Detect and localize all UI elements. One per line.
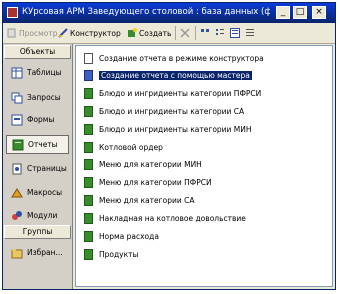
- list-item[interactable]: Меню для категории МИН: [84, 157, 202, 171]
- preview-icon: [7, 28, 17, 38]
- constructor-button[interactable]: Конструктор: [58, 26, 121, 40]
- reports-list: Создание отчета в режиме конструктора Со…: [75, 45, 333, 287]
- sidebar-item-label: Отчеты: [28, 140, 58, 149]
- list-view-button[interactable]: [230, 26, 240, 40]
- list-item-label: Накладная на котловое довольствие: [99, 213, 246, 223]
- toolbar: Просмотр Конструктор Создать: [3, 23, 335, 44]
- report-icon: [84, 176, 93, 188]
- list-item[interactable]: Блюдо и ингридиенты категории МИН: [84, 122, 252, 136]
- macro-icon: [11, 187, 23, 199]
- close-button[interactable]: ×: [312, 6, 326, 19]
- report-icon: [84, 158, 93, 170]
- list-item[interactable]: Меню для категории ПФРСИ: [84, 175, 212, 189]
- list-icon: [230, 28, 240, 38]
- new-icon: [127, 28, 137, 38]
- list-item-label: Меню для категории ПФРСИ: [99, 177, 212, 187]
- sidebar-item-tables[interactable]: Таблицы: [6, 63, 69, 82]
- wizard-icon: [84, 69, 93, 81]
- report-icon: [84, 194, 93, 206]
- report-icon: [84, 123, 93, 135]
- sidebar-item-forms[interactable]: Формы: [6, 110, 69, 129]
- list-item-label: Создание отчета с помощью мастера: [99, 70, 252, 80]
- list-item[interactable]: Меню для категории СА: [84, 193, 194, 207]
- sidebar-item-modules[interactable]: Модули: [6, 206, 69, 225]
- design-ruler-icon: [58, 28, 68, 38]
- list-item-label: Котловой ордер: [99, 142, 163, 152]
- list-item-label: Меню для категории МИН: [99, 159, 202, 169]
- list-item-label: Блюдо и ингридиенты категории СА: [99, 106, 245, 116]
- sidebar-item-queries[interactable]: Запросы: [6, 88, 69, 107]
- objects-bar: Объекты Таблицы Запросы Формы Отчеты Стр…: [3, 44, 73, 289]
- list-item-label: Меню для категории СА: [99, 195, 195, 205]
- preview-label: Просмотр: [19, 28, 58, 38]
- sidebar-item-reports[interactable]: Отчеты: [6, 135, 69, 154]
- report-icon: [84, 141, 93, 153]
- sidebar-item-label: Избран...: [27, 248, 63, 257]
- report-icon: [84, 212, 93, 224]
- report-icon: [84, 248, 93, 260]
- title-bar[interactable]: КУрсовая АРМ Заведующего столовой : база…: [3, 3, 335, 23]
- page-icon: [11, 163, 23, 175]
- sidebar-item-label: Таблицы: [27, 68, 62, 77]
- large-icons-button[interactable]: [200, 26, 210, 40]
- small-icons-icon: [215, 28, 225, 38]
- folder-icon: [11, 247, 23, 259]
- preview-button[interactable]: Просмотр: [7, 26, 58, 40]
- sidebar-item-label: Макросы: [27, 188, 62, 197]
- access-app-icon: [7, 7, 18, 18]
- list-item-label: Норма расхода: [99, 231, 159, 241]
- sidebar-item-label: Страницы: [27, 164, 67, 173]
- list-item-label: Блюдо и ингридиенты категории МИН: [99, 124, 252, 134]
- groups-header[interactable]: Группы: [4, 225, 71, 239]
- create-label: Создать: [139, 28, 172, 38]
- toolbar-separator: [195, 26, 196, 40]
- sidebar-item-macros[interactable]: Макросы: [6, 183, 69, 202]
- window-title: КУрсовая АРМ Заведующего столовой : база…: [22, 7, 270, 17]
- list-item[interactable]: Блюдо и ингридиенты категории ПФРСИ: [84, 86, 261, 100]
- sidebar-item-pages[interactable]: Страницы: [6, 159, 69, 178]
- details-view-button[interactable]: [245, 26, 255, 40]
- list-item[interactable]: Создание отчета с помощью мастера: [84, 68, 252, 82]
- minimize-button[interactable]: _: [276, 6, 290, 19]
- list-item-label: Продукты: [99, 249, 139, 259]
- query-icon: [11, 92, 23, 104]
- sidebar-item-label: Запросы: [27, 93, 61, 102]
- report-icon: [84, 230, 93, 242]
- constructor-label: Конструктор: [70, 28, 121, 38]
- create-button[interactable]: Создать: [127, 26, 171, 40]
- large-icons-icon: [200, 28, 210, 38]
- list-item[interactable]: Накладная на котловое довольствие: [84, 211, 246, 225]
- list-item-label: Блюдо и ингридиенты категории ПФРСИ: [99, 88, 262, 98]
- report-icon: [12, 139, 24, 151]
- module-icon: [11, 210, 23, 222]
- maximize-button[interactable]: □: [293, 6, 307, 19]
- list-item[interactable]: Блюдо и ингридиенты категории СА: [84, 104, 244, 118]
- details-icon: [245, 28, 255, 38]
- objects-header[interactable]: Объекты: [4, 45, 71, 59]
- sidebar-item-label: Формы: [27, 115, 55, 124]
- small-icons-button[interactable]: [215, 26, 225, 40]
- table-icon: [11, 67, 23, 79]
- delete-button[interactable]: [180, 26, 190, 40]
- sidebar-item-label: Модули: [27, 211, 58, 220]
- delete-icon: [180, 28, 190, 38]
- design-icon: [84, 52, 93, 64]
- report-icon: [84, 105, 93, 117]
- list-item[interactable]: Продукты: [84, 247, 138, 261]
- database-window: КУрсовая АРМ Заведующего столовой : база…: [2, 2, 336, 290]
- sidebar-item-favorites[interactable]: Избран...: [6, 243, 69, 262]
- toolbar-separator: [175, 26, 176, 40]
- list-item[interactable]: Котловой ордер: [84, 140, 163, 154]
- list-item-label: Создание отчета в режиме конструктора: [99, 53, 264, 63]
- report-icon: [84, 87, 93, 99]
- form-icon: [11, 114, 23, 126]
- list-item[interactable]: Норма расхода: [84, 229, 159, 243]
- list-item[interactable]: Создание отчета в режиме конструктора: [84, 51, 264, 65]
